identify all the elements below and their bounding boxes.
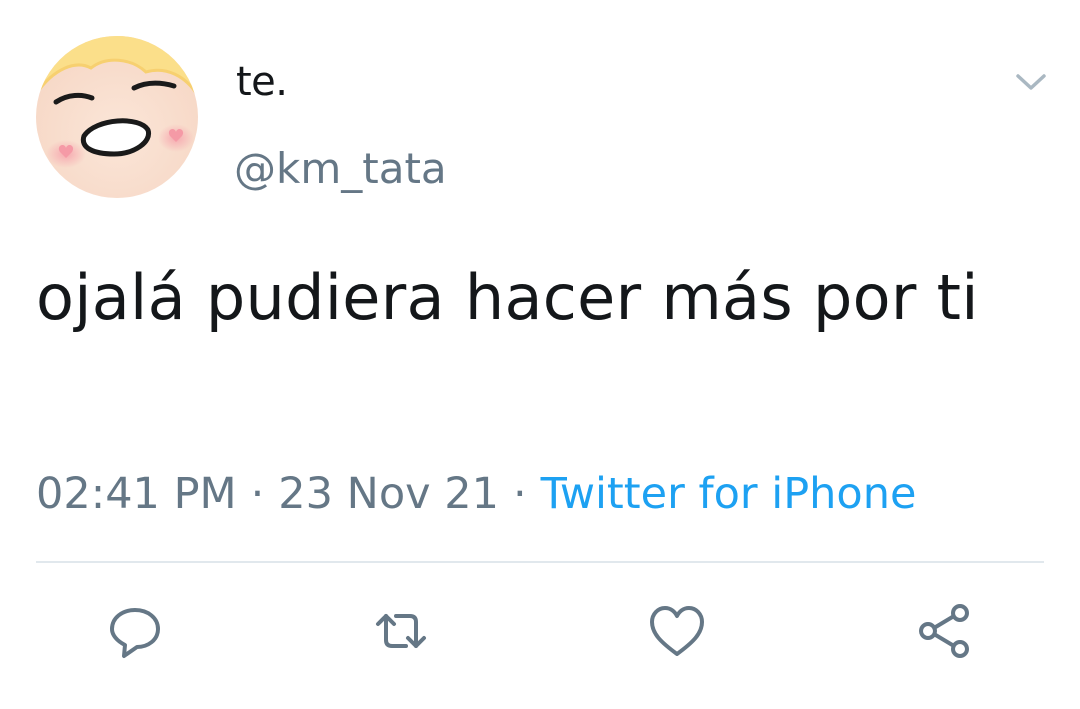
- author-display-name[interactable]: te.: [236, 62, 288, 102]
- reply-button[interactable]: [102, 598, 168, 664]
- tweet-text: ojalá pudiera hacer más por ti: [36, 261, 979, 334]
- tweet-card: te. @km_tata ojalá pudiera hacer más por…: [0, 0, 1080, 709]
- retweet-button[interactable]: [368, 598, 434, 664]
- reply-bubble-icon: [110, 608, 160, 658]
- meta-separator: ·: [250, 469, 265, 519]
- blushing-face-avatar-icon: [36, 36, 198, 198]
- like-button[interactable]: [644, 598, 710, 664]
- share-icon: [919, 604, 969, 658]
- share-button[interactable]: [912, 598, 978, 664]
- author-handle[interactable]: @km_tata: [234, 148, 447, 190]
- tweet-meta: 02:41 PM · 23 Nov 21 · Twitter for iPhone: [36, 468, 916, 520]
- tweet-source-link[interactable]: Twitter for iPhone: [541, 469, 917, 519]
- chevron-down-icon: [1016, 74, 1046, 90]
- tweet-date[interactable]: 23 Nov 21: [278, 469, 499, 519]
- retweet-icon: [376, 614, 426, 648]
- tweet-time[interactable]: 02:41 PM: [36, 469, 237, 519]
- actions-divider: [36, 561, 1044, 563]
- author-avatar[interactable]: [36, 36, 198, 198]
- heart-icon: [650, 606, 704, 656]
- meta-separator: ·: [513, 469, 527, 519]
- tweet-menu-button[interactable]: [1010, 64, 1052, 100]
